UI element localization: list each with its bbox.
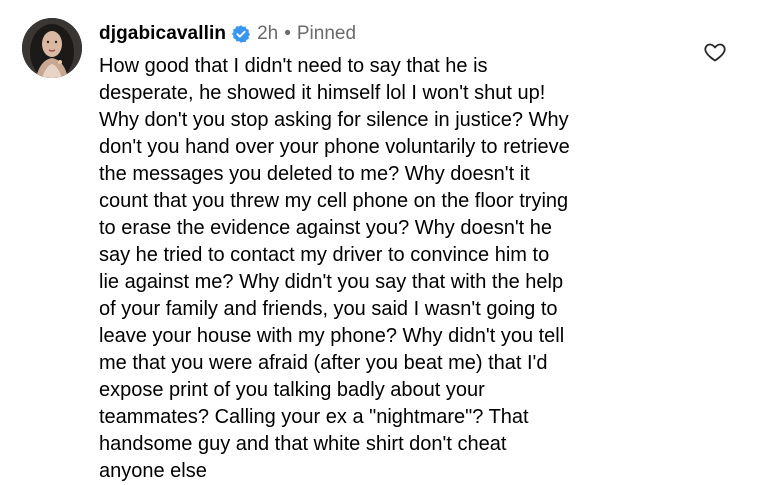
username-link[interactable]: djgabicavallin [99,23,226,45]
pinned-label: Pinned [296,23,357,44]
comment-text-line: leave your house with my phone? Why didn… [99,325,565,347]
avatar-photo [22,18,82,78]
comment-text-line: handsome guy and that white shirt don't … [99,433,507,455]
comment-text-line: desperate, he showed it himself lol I wo… [99,82,546,104]
verified-badge-icon [231,24,251,44]
comment-text-line: me that you were afraid (after you beat … [99,352,548,374]
comment-text-line: Why don't you stop asking for silence in… [99,109,569,131]
timestamp: 2h [257,23,279,44]
comment-header: djgabicavallin 2h • Pinned [99,20,356,48]
comment-text-line: lie against me? Why didn't you say that … [99,271,564,293]
comment-text-line: expose print of you talking badly about … [99,379,485,401]
separator-dot: • [284,23,291,44]
comment-text-line: teammates? Calling your ex a "nightmare"… [99,406,529,428]
comment-text-line: count that you threw my cell phone on th… [99,190,569,212]
comment-text-line: How good that I didn't need to say that … [99,55,488,77]
comment-text-line: to erase the evidence against you? Why d… [99,217,552,239]
comment-text: How good that I didn't need to say that … [99,53,679,485]
comment-text-line: don't you hand over your phone voluntari… [99,136,570,158]
comment-text-line: the messages you deleted to me? Why does… [99,163,530,185]
avatar[interactable] [22,18,82,78]
like-button[interactable] [703,40,727,64]
comment-text-line: say he tried to contact my driver to con… [99,244,550,266]
comment-text-line: anyone else [99,460,207,482]
comment: djgabicavallin 2h • Pinned How good that… [0,0,769,482]
comment-text-line: of your family and friends, you said I w… [99,298,558,320]
heart-outline-icon [704,43,726,62]
